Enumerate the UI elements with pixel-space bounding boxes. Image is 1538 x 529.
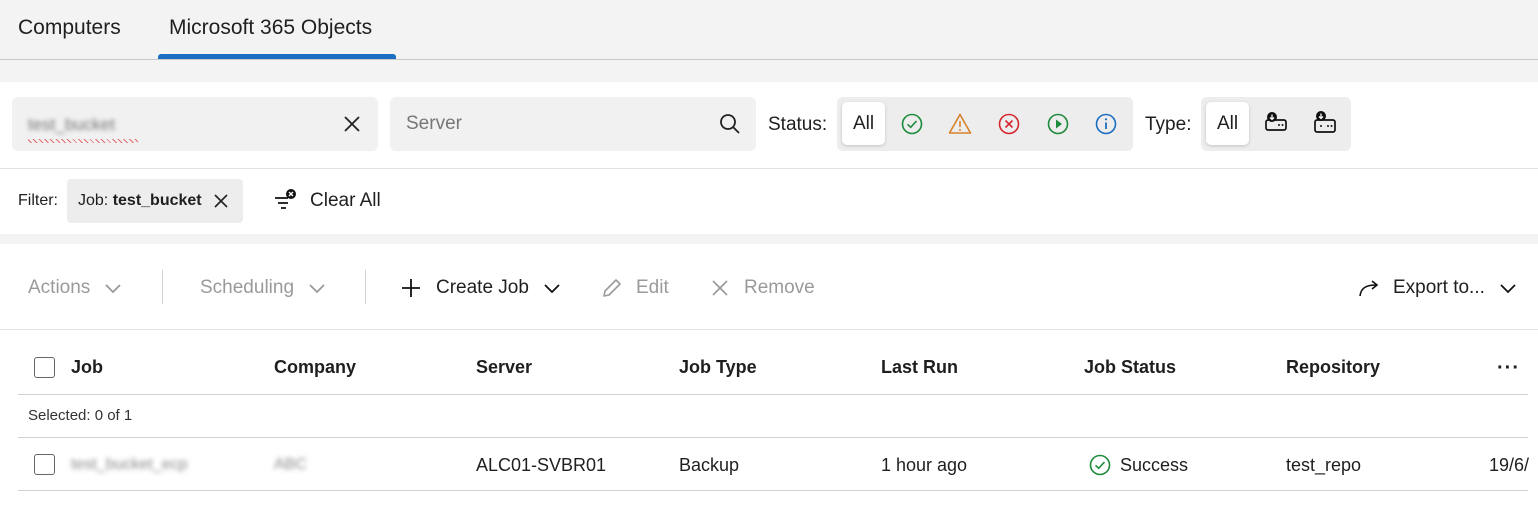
plus-icon xyxy=(402,279,420,297)
remove-filter-icon[interactable] xyxy=(211,191,231,211)
job-search-field[interactable]: test_bucket xyxy=(12,97,378,151)
row-divider xyxy=(18,437,1528,438)
export-menu[interactable]: Export to... xyxy=(1357,275,1517,301)
cell-overflow-date: 19/6/ xyxy=(1489,455,1530,475)
toolbar-divider xyxy=(0,329,1538,330)
chevron-down-icon xyxy=(544,284,560,294)
edit-button[interactable]: Edit xyxy=(600,275,669,301)
job-search-value: test_bucket xyxy=(28,115,115,134)
scheduling-menu[interactable]: Scheduling xyxy=(200,275,326,301)
edit-label: Edit xyxy=(636,277,669,298)
actions-menu[interactable]: Actions xyxy=(28,275,122,301)
column-header-repository[interactable]: Repository xyxy=(1286,357,1380,378)
column-header-job-type[interactable]: Job Type xyxy=(679,357,757,378)
header-divider xyxy=(18,394,1528,395)
status-filter-group: All xyxy=(837,97,1133,151)
remove-button[interactable]: Remove xyxy=(710,275,815,301)
remove-label: Remove xyxy=(744,277,815,298)
column-header-job[interactable]: Job xyxy=(71,357,103,378)
status-label: Status: xyxy=(768,114,828,135)
type-filter-group: All xyxy=(1201,97,1351,151)
filter-chip-job: Job: test_bucket xyxy=(67,179,243,223)
clear-all-button[interactable]: Clear All xyxy=(272,186,381,216)
row-checkbox[interactable] xyxy=(34,454,55,475)
row-divider xyxy=(18,490,1528,491)
clear-filters-icon xyxy=(275,189,296,209)
search-icon[interactable] xyxy=(718,112,742,136)
tab-microsoft-365-objects[interactable]: Microsoft 365 Objects xyxy=(169,16,372,40)
success-icon[interactable] xyxy=(900,112,924,136)
tab-bar: Computers Microsoft 365 Objects xyxy=(0,0,1538,60)
filter-label: Filter: xyxy=(18,192,58,209)
select-all-checkbox[interactable] xyxy=(34,357,55,378)
chevron-down-icon xyxy=(1500,284,1516,294)
job-status-text: Success xyxy=(1120,454,1189,475)
cell-repository: test_repo xyxy=(1286,455,1362,475)
cell-server: ALC01-SVBR01 xyxy=(476,455,607,475)
server-search-input[interactable] xyxy=(406,111,706,137)
column-header-server[interactable]: Server xyxy=(476,357,532,378)
panel-divider xyxy=(0,168,1538,169)
clear-all-label: Clear All xyxy=(310,190,381,211)
spellcheck-underline xyxy=(28,139,138,143)
more-columns-button[interactable]: ··· xyxy=(1497,357,1520,380)
type-all-button[interactable]: All xyxy=(1206,102,1249,145)
column-header-job-status[interactable]: Job Status xyxy=(1084,357,1176,378)
export-label: Export to... xyxy=(1393,277,1485,298)
backup-job-type-icon[interactable] xyxy=(1263,109,1287,133)
toolbar-separator xyxy=(162,270,163,304)
toolbar-separator xyxy=(365,270,366,304)
cell-job[interactable]: test_bucket_ecp xyxy=(71,456,188,474)
column-header-last-run[interactable]: Last Run xyxy=(881,357,958,378)
selection-count: Selected: 0 of 1 xyxy=(28,407,133,424)
type-label: Type: xyxy=(1145,114,1192,135)
create-job-button[interactable]: Create Job xyxy=(400,275,561,301)
cell-job-status: Success xyxy=(1088,453,1188,477)
chevron-down-icon xyxy=(105,284,121,294)
cell-company: ABC xyxy=(274,456,307,473)
create-job-label: Create Job xyxy=(436,277,529,298)
pencil-icon xyxy=(603,279,621,297)
cell-job-type: Backup xyxy=(679,455,740,475)
tab-computers[interactable]: Computers xyxy=(18,16,121,40)
warning-icon[interactable] xyxy=(948,112,972,136)
filter-chip-label: Job: test_bucket xyxy=(78,192,202,209)
cell-last-run: 1 hour ago xyxy=(881,455,968,475)
copy-job-type-icon[interactable] xyxy=(1312,109,1336,133)
export-arrow-icon xyxy=(1359,280,1379,297)
info-icon[interactable] xyxy=(1094,112,1118,136)
column-header-company[interactable]: Company xyxy=(274,357,356,378)
active-tab-indicator xyxy=(158,54,396,59)
server-search-field xyxy=(390,97,756,151)
close-icon xyxy=(712,280,728,296)
clear-icon[interactable] xyxy=(340,112,364,136)
actions-label: Actions xyxy=(28,277,91,298)
success-icon xyxy=(1089,454,1111,476)
failed-icon[interactable] xyxy=(997,112,1021,136)
running-icon[interactable] xyxy=(1046,112,1070,136)
scheduling-label: Scheduling xyxy=(200,277,295,298)
chevron-down-icon xyxy=(309,284,325,294)
status-all-button[interactable]: All xyxy=(842,102,885,145)
